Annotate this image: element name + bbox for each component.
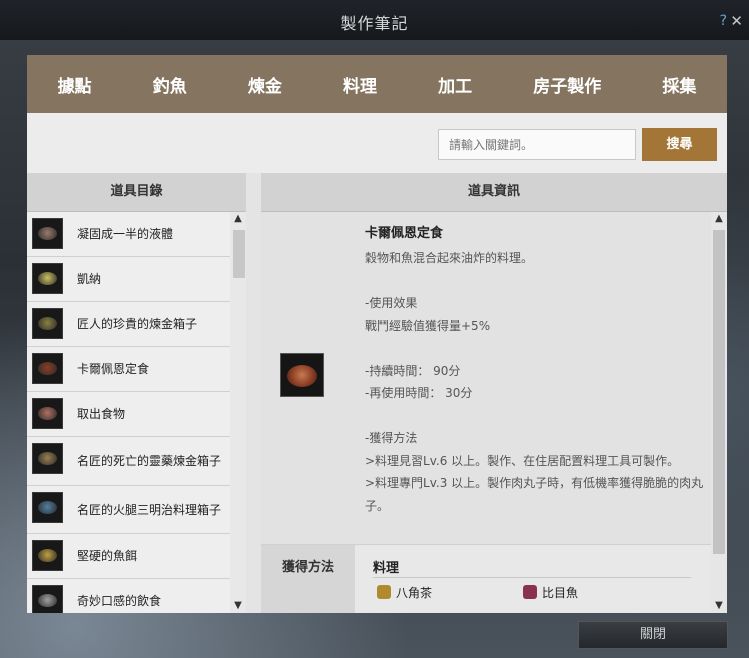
scroll-thumb[interactable] [233,230,245,278]
fried-food-icon [280,353,324,397]
item-info-scrollbar[interactable]: ▲ ▼ [711,212,727,613]
description-line: 穀物和魚混合起來油炸的料理。 [365,251,534,265]
list-item-label: 卡爾佩恩定食 [77,362,150,376]
item-list-header: 道具目錄 [27,173,246,212]
ingredient-label: 八角茶 [396,586,433,600]
search-bar: 搜尋 [27,113,727,173]
description-line: >料理見習Lv.6 以上。製作、在住居配置料理工具可製作。 [365,453,680,468]
description-line: -使用效果 [365,296,418,310]
description-line: -獲得方法 [365,431,418,445]
description-line: -再使用時間： 30分 [365,386,473,400]
window-title: 製作筆記 [340,14,409,33]
dish-icon [32,398,63,429]
scroll-up-arrow-icon[interactable]: ▲ [711,213,727,224]
help-icon[interactable]: ? [720,13,727,29]
divider [373,577,691,578]
acquisition-label: 獲得方法 [261,545,355,613]
item-info-content: 卡爾佩恩定食 穀物和魚混合起來油炸的料理。 -使用效果 戰鬥經驗值獲得量+5% … [261,212,711,613]
ingredient-label: 比目魚 [542,586,579,600]
fish-bait-icon [32,540,63,571]
close-button[interactable]: 關閉 [578,621,728,649]
description-line [365,337,705,360]
acquisition-section: 獲得方法 料理 八角茶 比目魚 [261,544,711,613]
elixir-box-icon [32,443,63,474]
scroll-up-arrow-icon[interactable]: ▲ [230,213,246,224]
tab-fishing[interactable]: 釣魚 [147,72,193,97]
search-button[interactable]: 搜尋 [642,128,717,161]
tea-icon [377,585,391,599]
tab-alchemy[interactable]: 煉金 [242,72,288,97]
list-item[interactable]: 取出食物 [27,392,230,437]
list-item-label: 名匠的火腿三明治料理箱子 [77,502,222,517]
scroll-thumb[interactable] [713,230,725,554]
window-titlebar: 製作筆記 ? ✕ [0,0,749,40]
item-description: 卡爾佩恩定食 穀物和魚混合起來油炸的料理。 -使用效果 戰鬥經驗值獲得量+5% … [365,222,705,517]
crafting-notes-panel: 據點 釣魚 煉金 料理 加工 房子製作 採集 搜尋 道具目錄 道具資訊 凝固成一… [27,55,727,613]
list-item-label: 凱納 [77,272,102,286]
item-list-scrollbar[interactable]: ▲ ▼ [230,212,246,613]
list-item-label: 匠人的珍貴的煉金箱子 [77,317,198,331]
list-item-label: 奇妙口感的飲食 [77,594,162,608]
tab-cooking[interactable]: 料理 [337,72,383,97]
search-input[interactable] [438,129,636,160]
item-name: 卡爾佩恩定食 [365,226,444,241]
alchemy-box-icon [32,308,63,339]
tab-processing[interactable]: 加工 [432,72,478,97]
list-item-label: 名匠的死亡的靈藥煉金箱子 [77,454,222,468]
list-item[interactable]: 卡爾佩恩定食 [27,347,230,392]
acquisition-category: 料理 [373,561,400,576]
list-item[interactable]: 堅硬的魚餌 [27,534,230,579]
list-item[interactable]: 名匠的火腿三明治料理箱子 [27,486,230,534]
scroll-down-arrow-icon[interactable]: ▼ [230,600,246,611]
description-line [365,405,705,428]
description-line: 戰鬥經驗值獲得量+5% [365,318,491,333]
list-item[interactable]: 匠人的珍貴的煉金箱子 [27,302,230,347]
tab-gathering[interactable]: 採集 [656,72,702,97]
list-item[interactable]: 奇妙口感的飲食 [27,579,230,613]
category-tabs: 據點 釣魚 煉金 料理 加工 房子製作 採集 [27,55,727,113]
cheese-bowl-icon [32,263,63,294]
list-item[interactable]: 名匠的死亡的靈藥煉金箱子 [27,437,230,486]
ingredient-item[interactable]: 比目魚 [523,584,578,601]
list-item-label: 堅硬的魚餌 [77,549,138,563]
meal-icon [32,585,63,613]
description-line: -持續時間： 90分 [365,363,461,378]
list-item-label: 取出食物 [77,407,126,421]
fried-food-icon [32,353,63,384]
description-line [365,270,705,293]
list-item[interactable]: 凝固成一半的液體 [27,212,230,257]
stew-icon [32,218,63,249]
ingredient-item[interactable]: 八角茶 [377,584,432,601]
scroll-down-arrow-icon[interactable]: ▼ [711,600,727,611]
tab-house-crafting[interactable]: 房子製作 [527,72,607,97]
sandwich-box-icon [32,492,63,523]
description-line: >料理專門Lv.3 以上。製作肉丸子時，有低機率獲得脆脆的肉丸子。 [365,476,704,513]
tab-base[interactable]: 據點 [52,72,98,97]
list-item-label: 凝固成一半的液體 [77,227,174,241]
item-info-header: 道具資訊 [261,173,727,212]
close-icon[interactable]: ✕ [730,12,743,30]
fish-icon [523,585,537,599]
list-item[interactable]: 凱納 [27,257,230,302]
item-list: 凝固成一半的液體 凱納 匠人的珍貴的煉金箱子 卡爾佩恩定食 取出食物 名匠的死亡… [27,212,230,613]
